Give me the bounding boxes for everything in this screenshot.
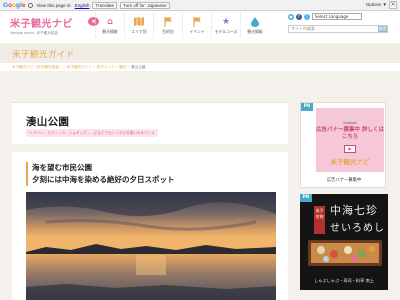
category-title: 米子観光ガイド	[12, 50, 76, 60]
sunset-photo	[26, 192, 276, 300]
flag-icon	[192, 16, 203, 27]
seal-stamp: 米子名物	[314, 206, 325, 234]
ad-card[interactable]: Instant 広告バナー募集中 詳しくはこちら ▶ 米子観光ナビ	[316, 108, 384, 172]
ad-caption: しゃぶしゃぶ・寿司・料亭 南上	[314, 278, 374, 283]
pr-badge: PR	[300, 194, 312, 202]
site-logo[interactable]: 米子観光ナビ Yonago event, 米子観光協会 ♥	[10, 15, 99, 36]
breadcrumb-item[interactable]: 米子エリア	[97, 65, 115, 69]
social-icon[interactable]: t	[304, 13, 310, 20]
options-button[interactable]: Options ▼	[366, 2, 387, 7]
category-band: 米子観光ガイド	[0, 43, 400, 63]
house-icon: ⌂	[107, 16, 113, 27]
nav-item-purpose[interactable]: 目的別	[153, 13, 182, 38]
sidebar-ad-banner[interactable]: PR Instant 広告バナー募集中 詳しくはこちら ▶ 米子観光ナビ 広告バ…	[300, 102, 386, 188]
drop-icon	[250, 16, 261, 27]
breadcrumb: 米子観光ナビ（米子観光協会）› 米子観光ガイド› 米子エリア› 観光› 湊山公園	[0, 63, 400, 71]
flag-icon	[163, 16, 174, 27]
logo-subtitle: Yonago event, 米子観光協会	[10, 31, 59, 35]
translate-button[interactable]: Translate	[92, 1, 118, 9]
search-button[interactable]: 検索	[378, 26, 387, 32]
article-subheading: 海を望む市民公園 夕刻には中海を染める絶好の夕日スポット	[26, 162, 175, 186]
language-link[interactable]: English	[75, 3, 90, 8]
sidebar-restaurant-ad[interactable]: PR 米子名物 中海七珍 せいろめし しゃぶしゃぶ・寿司・料亭 南上	[300, 194, 388, 290]
radio-view-language[interactable]	[28, 2, 34, 8]
map-icon	[134, 16, 145, 27]
article-header: 湊山公園 ✎ デート、ピクニック、ジョギング……どなたでもくつろげる憩いのオアシ…	[12, 102, 288, 144]
globe-icon[interactable]: ●	[288, 13, 294, 20]
nav-item-sightseeing[interactable]: ⌂ 観光情報	[95, 13, 124, 38]
subheading-line2: 夕刻には中海を染める絶好の夕日スポット	[32, 175, 175, 184]
subheading-line1: 海を望む市民公園	[32, 163, 92, 172]
nav-label: エリア別	[131, 29, 147, 34]
site-header: 米子観光ナビ Yonago event, 米子観光協会 ♥ ⌂ 観光情報 エリア…	[0, 11, 400, 43]
logo-title: 米子観光ナビ	[10, 19, 73, 30]
nav-item-info[interactable]: 観光情報	[240, 13, 269, 38]
food-image	[306, 238, 384, 268]
search-placeholder: サイト内検索	[291, 26, 315, 31]
turn-off-button[interactable]: Turn off for: Japanese	[120, 1, 170, 9]
nav-label: 観光情報	[247, 29, 263, 34]
ad-small-text: Instant	[343, 120, 357, 125]
nav-label: 目的別	[162, 29, 174, 34]
ad-caption[interactable]: 広告バナー募集中	[301, 177, 387, 183]
google-logo: Google	[3, 1, 26, 9]
select-language[interactable]: Select Language	[312, 13, 362, 20]
breadcrumb-current: 湊山公園	[131, 65, 146, 69]
header-tools: ● f t Select Language サイト内検索 検索	[288, 13, 396, 33]
nav-item-area[interactable]: エリア別	[124, 13, 153, 38]
close-icon[interactable]: ×	[389, 1, 397, 9]
search-input[interactable]: サイト内検索 検索	[288, 25, 388, 33]
nav-label: モデルコース	[214, 29, 238, 34]
ad-main-text: 広告バナー募集中 詳しくはこちら	[316, 127, 384, 140]
ad-arrow-button[interactable]: ▶	[344, 145, 356, 153]
social-icon[interactable]: f	[296, 13, 302, 20]
page-title: 湊山公園	[26, 116, 70, 128]
article-body: 海を望む市民公園 夕刻には中海を染める絶好の夕日スポット	[12, 152, 288, 300]
nav-label: 観光情報	[102, 29, 118, 34]
breadcrumb-item[interactable]: 米子観光ガイド	[67, 65, 92, 69]
nav-item-model-course[interactable]: ★ モデルコース	[211, 13, 240, 38]
breadcrumb-item[interactable]: 米子観光ナビ（米子観光協会）	[12, 65, 62, 69]
ad-logo: 米子観光ナビ	[330, 158, 370, 166]
breadcrumb-item[interactable]: 観光	[119, 65, 126, 69]
ad-title-line1: 中海七珍	[330, 204, 378, 217]
tag-text: デート、ピクニック、ジョギング……どなたでもくつろげる憩いのオアシス	[33, 131, 155, 135]
pr-badge: PR	[301, 103, 313, 111]
ad-title-line2: せいろめし	[330, 223, 385, 234]
nav-label: イベント	[189, 29, 205, 34]
main-nav: ⌂ 観光情報 エリア別 目的別 イベント ★ モデルコース 観光情報	[95, 13, 269, 38]
view-page-label: View this page in:	[36, 2, 72, 8]
star-icon: ★	[221, 16, 231, 27]
translate-bar: Google View this page in: English Transl…	[0, 0, 400, 11]
nav-item-event[interactable]: イベント	[182, 13, 211, 38]
tag-line: ✎ デート、ピクニック、ジョギング……どなたでもくつろげる憩いのオアシス	[26, 129, 158, 137]
